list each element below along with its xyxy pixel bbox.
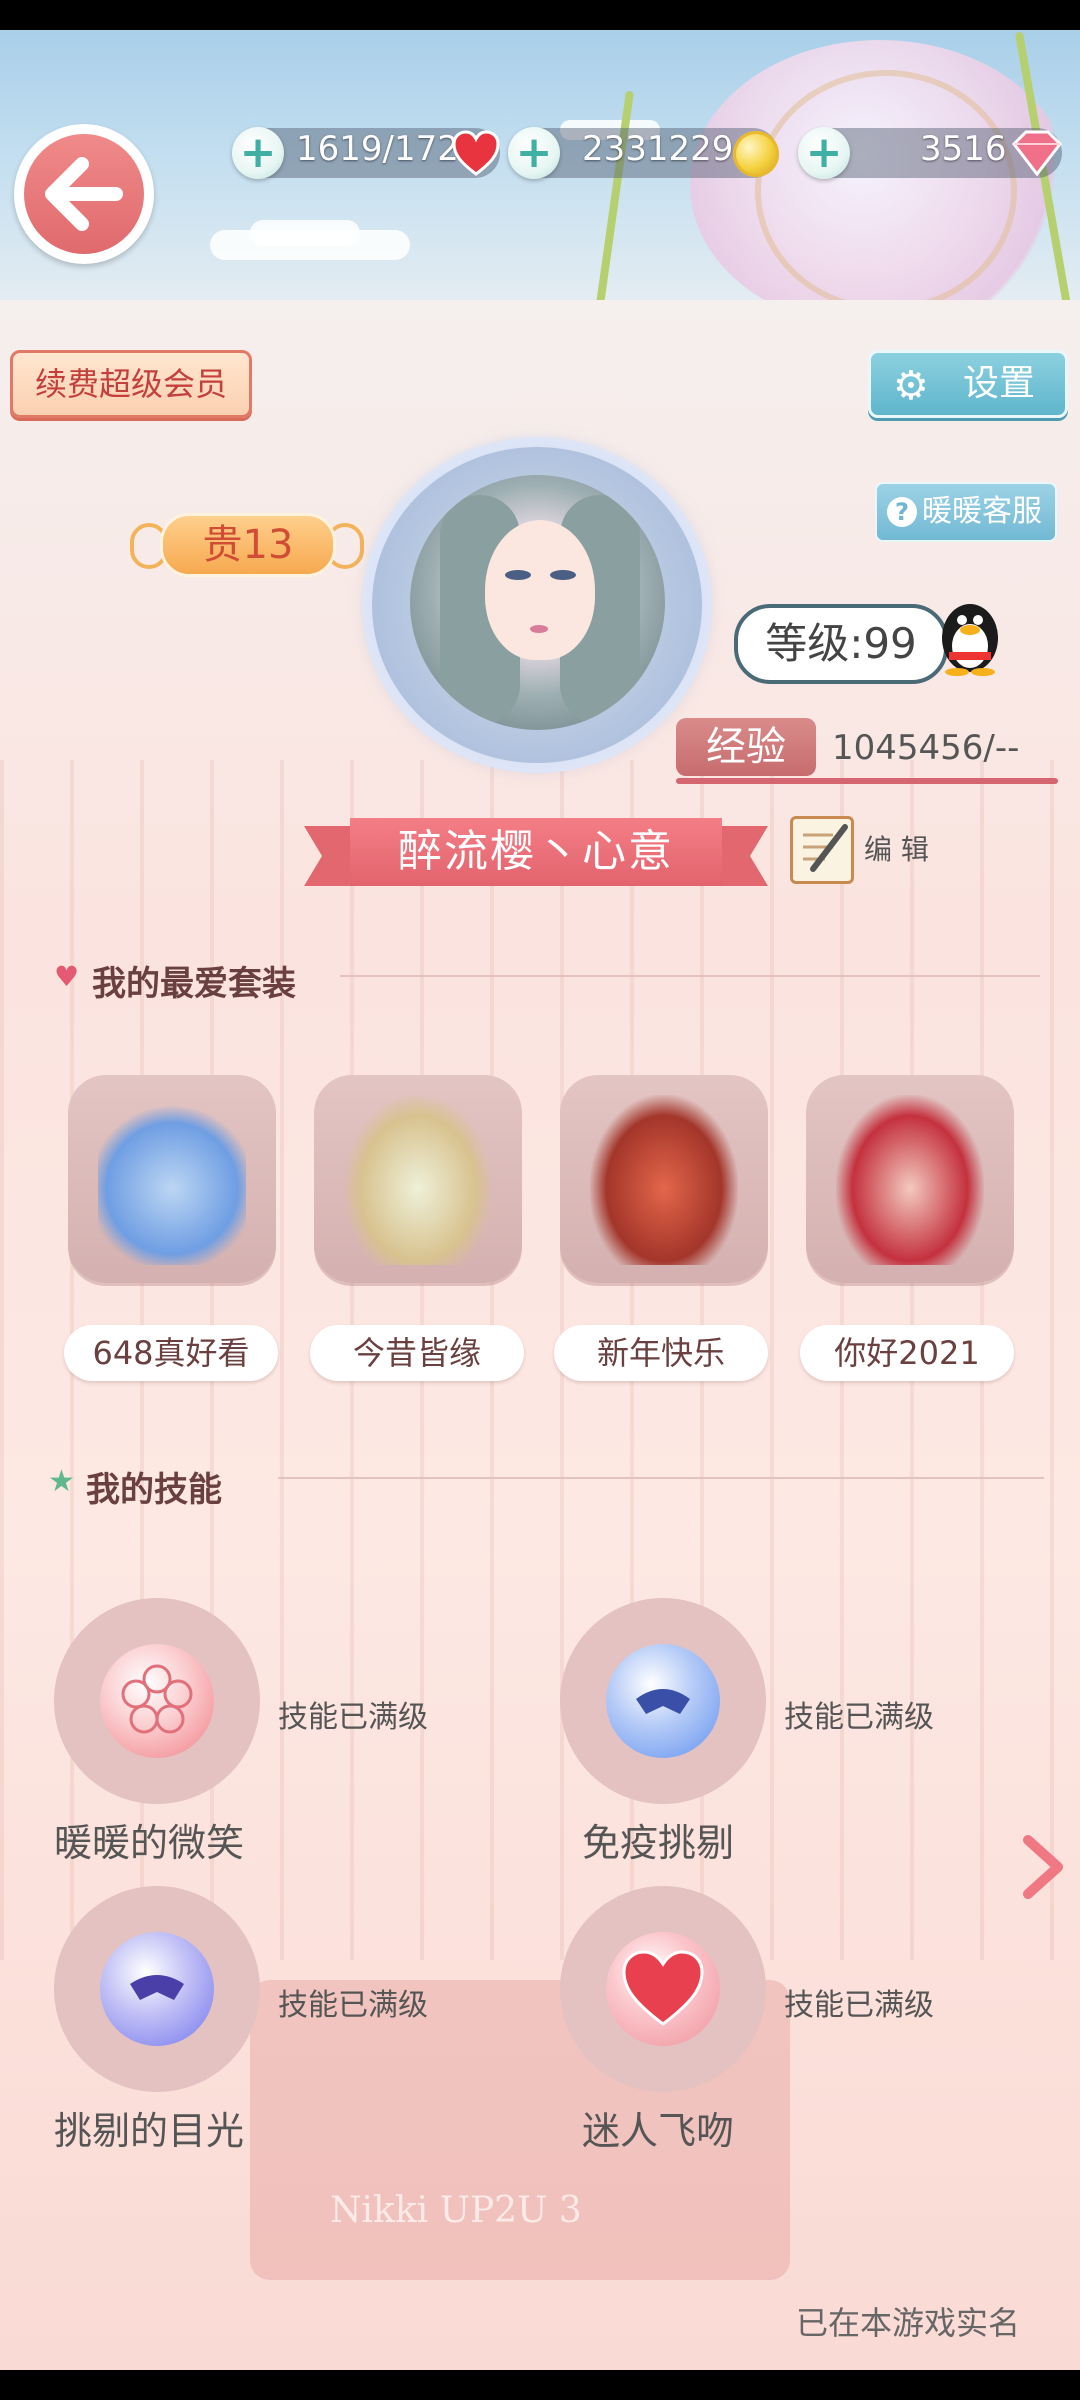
- skill-4-name: 迷人飞吻: [582, 2109, 735, 2153]
- diamond-icon: [1012, 130, 1062, 177]
- noble-badge: 贵13: [130, 507, 364, 577]
- coin-icon: [733, 131, 779, 177]
- favorite-suit-1-label[interactable]: 648真好看: [64, 1325, 278, 1381]
- exp-label: 经验: [676, 718, 816, 776]
- heart-icon: [452, 130, 500, 176]
- back-button[interactable]: [14, 124, 154, 264]
- navigation-bar: [0, 2370, 1080, 2400]
- section-divider: [278, 1477, 1044, 1479]
- skill-2-button[interactable]: [560, 1598, 766, 1804]
- favorite-suit-2[interactable]: [314, 1075, 522, 1283]
- favorite-suit-2-label[interactable]: 今昔皆缘: [310, 1325, 524, 1381]
- orb-ring-decoration: [755, 70, 1017, 312]
- gear-icon: ⚙: [893, 363, 929, 409]
- favorites-title: 我的最爱套装: [92, 964, 296, 1004]
- winged-mask-icon: [606, 1644, 720, 1758]
- favorite-suit-4[interactable]: [806, 1075, 1014, 1283]
- customer-service-label: 暖暖客服: [922, 494, 1042, 529]
- diamonds-value: 3516: [920, 129, 1007, 169]
- section-divider: [340, 975, 1040, 977]
- coins-value: 2331229: [582, 129, 734, 169]
- nickname-ribbon: 醉流樱丶心意: [304, 812, 768, 892]
- edit-pencil-icon: [790, 816, 854, 884]
- skill-2-status: 技能已满级: [784, 1700, 934, 1735]
- skill-3-status: 技能已满级: [278, 1988, 428, 2023]
- heart-bullet-icon: ♥: [54, 960, 80, 993]
- exp-value: 1045456/--: [832, 728, 1020, 768]
- star-bullet-icon: ★: [48, 1464, 75, 1499]
- favorite-suit-3[interactable]: [560, 1075, 768, 1283]
- status-bar: [0, 0, 1080, 30]
- bus-sign: Nikki UP2U 3: [330, 2190, 582, 2231]
- skill-3-button[interactable]: [54, 1886, 260, 2092]
- nickname: 醉流樱丶心意: [350, 818, 722, 886]
- experience-row: 经验 1045456/--: [676, 718, 1058, 784]
- exp-bar: [676, 778, 1058, 784]
- qq-penguin-icon: [942, 604, 998, 676]
- renew-vip-button[interactable]: 续费超级会员: [10, 350, 252, 418]
- mask-icon: [100, 1932, 214, 2046]
- question-icon: ?: [887, 497, 917, 527]
- skill-1-status: 技能已满级: [278, 1700, 428, 1735]
- heart-icon: [606, 1932, 720, 2046]
- favorite-suit-1[interactable]: [68, 1075, 276, 1283]
- realname-note: 已在本游戏实名: [796, 2304, 1021, 2342]
- add-stamina-button[interactable]: +: [232, 127, 284, 179]
- sakura-icon: [100, 1644, 214, 1758]
- settings-label: 设置: [963, 363, 1036, 404]
- edit-profile-button[interactable]: 编 辑: [790, 802, 940, 884]
- noble-level: 贵13: [160, 513, 336, 577]
- skill-4-status: 技能已满级: [784, 1988, 934, 2023]
- back-arrow-icon: [45, 157, 123, 231]
- add-coins-button[interactable]: +: [508, 127, 560, 179]
- skill-1-button[interactable]: [54, 1598, 260, 1804]
- avatar[interactable]: [410, 475, 665, 730]
- stamina-value: 1619/172: [296, 129, 459, 169]
- customer-service-button[interactable]: ? 暖暖客服: [875, 482, 1057, 542]
- skill-1-name: 暖暖的微笑: [54, 1821, 245, 1865]
- skills-title: 我的技能: [86, 1470, 222, 1510]
- edit-label: 编 辑: [864, 833, 929, 866]
- player-level: 等级:99: [734, 604, 948, 684]
- skill-2-name: 免疫挑剔: [582, 1821, 735, 1865]
- favorite-suit-4-label[interactable]: 你好2021: [800, 1325, 1014, 1381]
- add-diamonds-button[interactable]: +: [798, 127, 850, 179]
- favorite-suit-3-label[interactable]: 新年快乐: [554, 1325, 768, 1381]
- next-page-arrow-icon[interactable]: [1018, 1832, 1068, 1902]
- settings-button[interactable]: ⚙ 设置: [868, 350, 1068, 418]
- skill-3-name: 挑剔的目光: [54, 2109, 245, 2153]
- skill-4-button[interactable]: [560, 1886, 766, 2092]
